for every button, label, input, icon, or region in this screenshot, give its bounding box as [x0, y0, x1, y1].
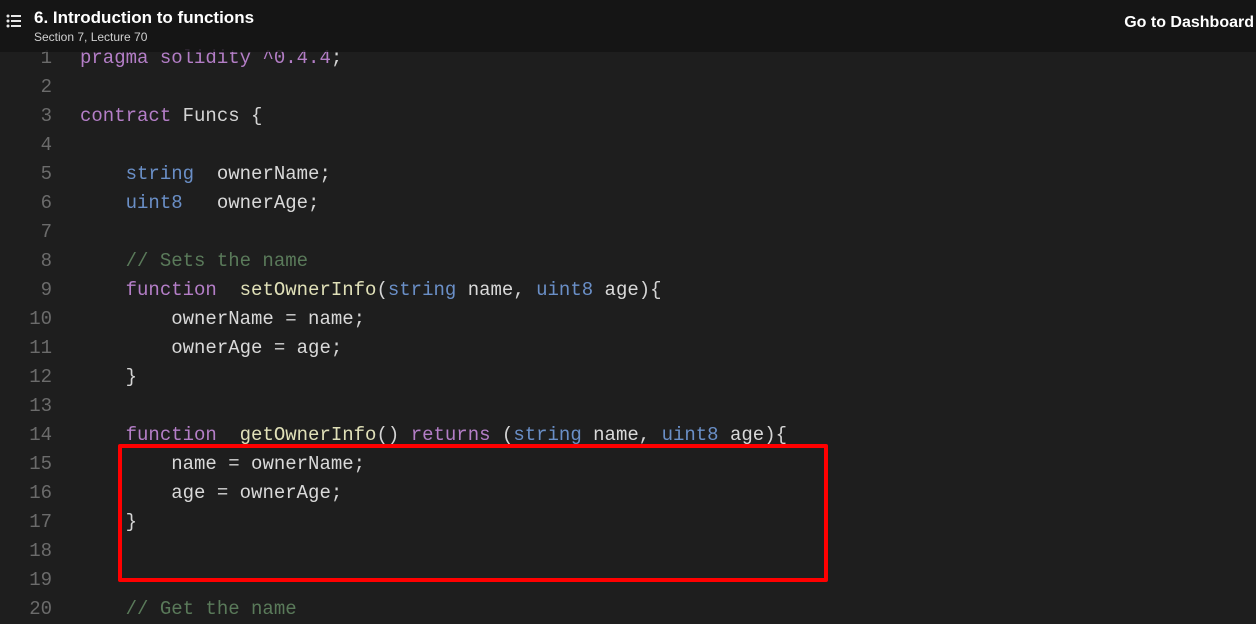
- code-content[interactable]: // Get the name: [80, 595, 1256, 624]
- code-line[interactable]: 2: [0, 73, 1256, 102]
- code-line[interactable]: 7: [0, 218, 1256, 247]
- code-content[interactable]: uint8 ownerAge;: [80, 189, 1256, 218]
- code-line[interactable]: 11 ownerAge = age;: [0, 334, 1256, 363]
- code-line[interactable]: 14 function getOwnerInfo() returns (stri…: [0, 421, 1256, 450]
- code-content[interactable]: }: [80, 363, 1256, 392]
- code-content[interactable]: contract Funcs {: [80, 102, 1256, 131]
- code-content[interactable]: // Sets the name: [80, 247, 1256, 276]
- line-number: 3: [0, 102, 80, 131]
- line-number: 9: [0, 276, 80, 305]
- code-content[interactable]: }: [80, 508, 1256, 537]
- line-number: 6: [0, 189, 80, 218]
- course-title: 6. Introduction to functions: [34, 8, 254, 28]
- line-number: 17: [0, 508, 80, 537]
- code-line[interactable]: 12 }: [0, 363, 1256, 392]
- code-line[interactable]: 6 uint8 ownerAge;: [0, 189, 1256, 218]
- code-content[interactable]: function getOwnerInfo() returns (string …: [80, 421, 1256, 450]
- line-number: 18: [0, 537, 80, 566]
- code-line[interactable]: 13: [0, 392, 1256, 421]
- lecture-subtitle: Section 7, Lecture 70: [34, 30, 254, 44]
- line-number: 5: [0, 160, 80, 189]
- code-line[interactable]: 5 string ownerName;: [0, 160, 1256, 189]
- code-line[interactable]: 18: [0, 537, 1256, 566]
- course-header: 6. Introduction to functions Section 7, …: [0, 0, 1256, 52]
- line-number: 4: [0, 131, 80, 160]
- code-line[interactable]: 8 // Sets the name: [0, 247, 1256, 276]
- menu-icon[interactable]: [0, 8, 30, 28]
- line-number: 14: [0, 421, 80, 450]
- code-line[interactable]: 17 }: [0, 508, 1256, 537]
- code-line[interactable]: 9 function setOwnerInfo(string name, uin…: [0, 276, 1256, 305]
- code-editor[interactable]: 1pragma solidity ^0.4.4;23contract Funcs…: [0, 44, 1256, 621]
- code-content[interactable]: name = ownerName;: [80, 450, 1256, 479]
- line-number: 11: [0, 334, 80, 363]
- code-content[interactable]: string ownerName;: [80, 160, 1256, 189]
- code-line[interactable]: 4: [0, 131, 1256, 160]
- code-content[interactable]: ownerAge = age;: [80, 334, 1256, 363]
- code-line[interactable]: 16 age = ownerAge;: [0, 479, 1256, 508]
- line-number: 13: [0, 392, 80, 421]
- title-block: 6. Introduction to functions Section 7, …: [30, 8, 254, 44]
- code-line[interactable]: 19: [0, 566, 1256, 595]
- line-number: 15: [0, 450, 80, 479]
- line-number: 8: [0, 247, 80, 276]
- code-line[interactable]: 15 name = ownerName;: [0, 450, 1256, 479]
- line-number: 20: [0, 595, 80, 624]
- code-content[interactable]: function setOwnerInfo(string name, uint8…: [80, 276, 1256, 305]
- line-number: 19: [0, 566, 80, 595]
- line-number: 12: [0, 363, 80, 392]
- code-content[interactable]: ownerName = name;: [80, 305, 1256, 334]
- line-number: 7: [0, 218, 80, 247]
- line-number: 16: [0, 479, 80, 508]
- line-number: 10: [0, 305, 80, 334]
- code-line[interactable]: 20 // Get the name: [0, 595, 1256, 624]
- line-number: 2: [0, 73, 80, 102]
- go-to-dashboard-link[interactable]: Go to Dashboard: [1124, 14, 1256, 32]
- code-line[interactable]: 3contract Funcs {: [0, 102, 1256, 131]
- code-line[interactable]: 10 ownerName = name;: [0, 305, 1256, 334]
- code-content[interactable]: age = ownerAge;: [80, 479, 1256, 508]
